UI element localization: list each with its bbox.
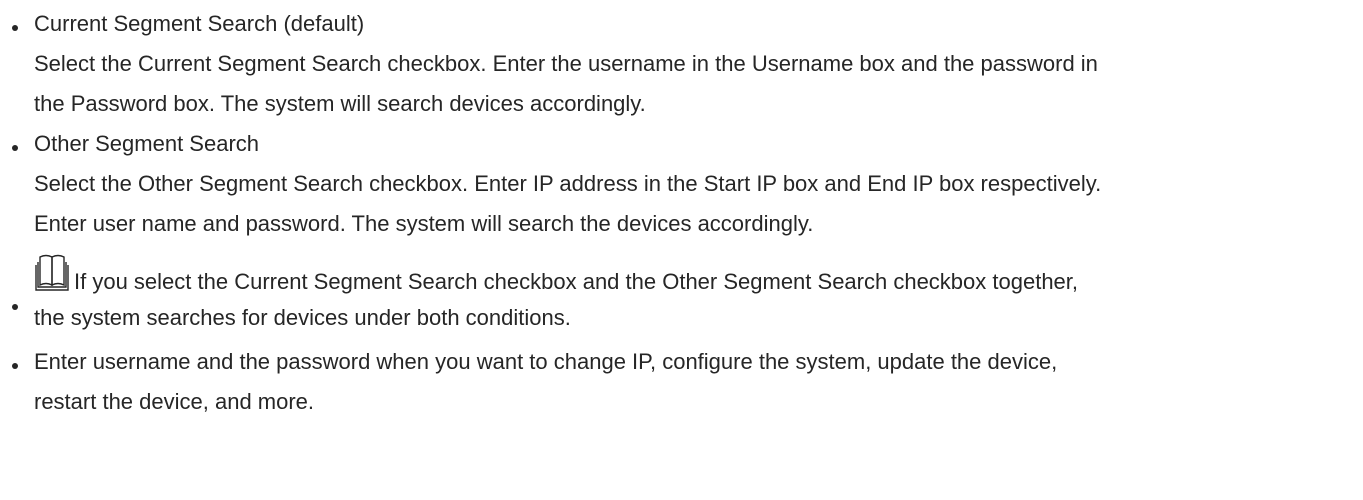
- bullet-list: Current Segment Search (default) Select …: [0, 4, 1363, 422]
- bullet-dot: [12, 304, 18, 310]
- item-text-line: the Password box. The system will search…: [34, 91, 646, 116]
- item-text-line: the system searches for devices under bo…: [34, 305, 571, 330]
- list-item-other-segment-search: Other Segment Search Select the Other Se…: [0, 124, 1363, 244]
- item-text-line: restart the device, and more.: [34, 389, 315, 414]
- note-first-line: If you select the Current Segment Search…: [34, 250, 1363, 298]
- item-text-line: Enter username and the password when you…: [34, 349, 1058, 374]
- item-text-line: Enter user name and password. The system…: [34, 211, 814, 236]
- book-note-icon: [34, 252, 70, 294]
- list-item-credentials: Enter username and the password when you…: [0, 342, 1363, 422]
- item-text-line: Select the Other Segment Search checkbox…: [34, 171, 1102, 196]
- bullet-dot: [12, 25, 18, 31]
- item-title: Current Segment Search (default): [34, 11, 365, 36]
- item-text-line: If you select the Current Segment Search…: [74, 269, 1079, 294]
- list-item-note: If you select the Current Segment Search…: [0, 250, 1363, 338]
- item-title: Other Segment Search: [34, 131, 260, 156]
- item-text-line: Select the Current Segment Search checkb…: [34, 51, 1098, 76]
- list-item-current-segment-search: Current Segment Search (default) Select …: [0, 4, 1363, 124]
- document-page: Current Segment Search (default) Select …: [0, 4, 1363, 500]
- bullet-dot: [12, 145, 18, 151]
- bullet-dot: [12, 363, 18, 369]
